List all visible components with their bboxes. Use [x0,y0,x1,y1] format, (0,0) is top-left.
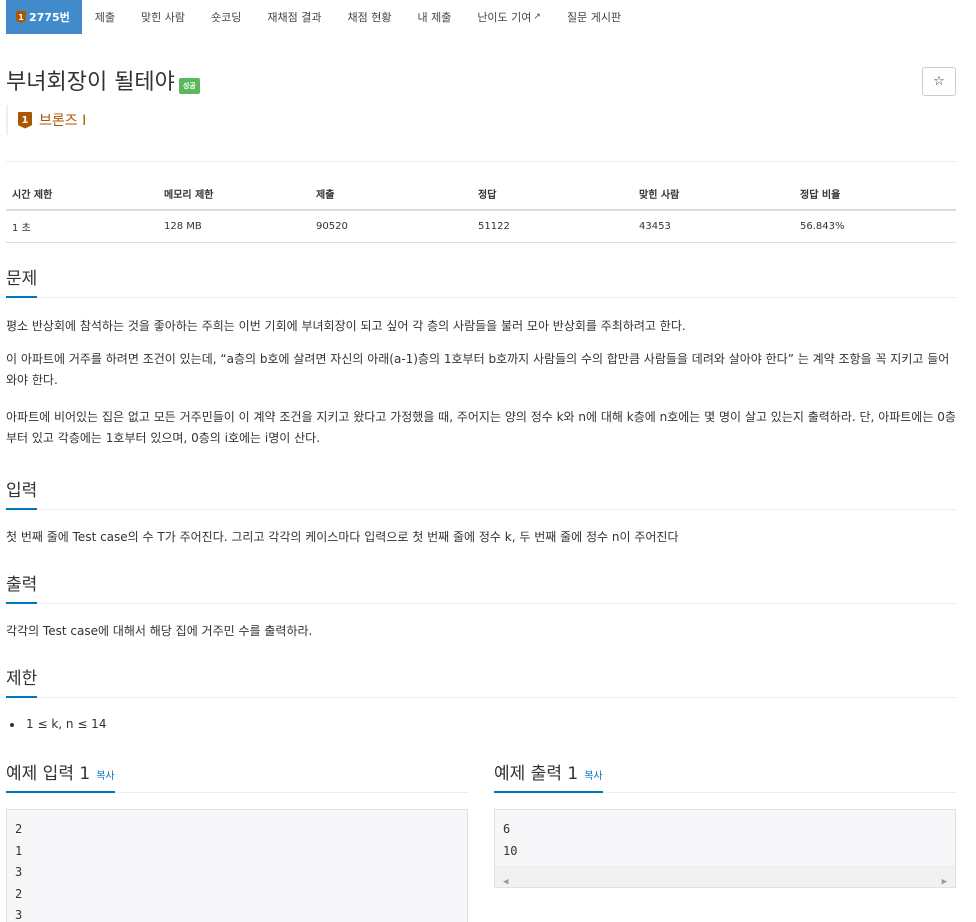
sample-output-line: 6 [503,822,511,836]
input-description: 첫 번째 줄에 Test case의 수 T가 주어진다. 그리고 각각의 케이… [6,530,679,544]
info-value-row: 1 초 128 MB 90520 51122 43453 56.843% [6,210,956,243]
sample-input-header: 예제 입력 1 복사 [6,759,468,793]
horizontal-scrollbar[interactable]: ◀ ▶ [495,866,955,887]
sample-input-line: 1 [15,843,23,858]
accepted-header: 정답 [472,178,633,211]
favorite-star-button[interactable]: ☆ [922,67,956,96]
limits-list: 1 ≤ k, n ≤ 14 [24,717,106,731]
output-section-header: 출력 [6,570,956,604]
submissions-header: 제출 [310,178,472,211]
nav-difficulty-contribution[interactable]: 난이도 기여 ↗ [464,0,554,34]
problem-nav: 1 2775번 제출 맞힌 사람 숏코딩 재채점 결과 채점 현황 내 제출 난… [6,0,634,34]
accept-ratio-value: 56.843% [794,210,956,243]
nav-difficulty-label: 난이도 기여 [477,11,532,24]
nav-problem-number-label: 2775번 [29,11,70,24]
sample-output-heading-wrap: 예제 출력 1 복사 [494,759,603,793]
page-title: 부녀회장이 될테야 [6,70,175,95]
time-limit-value: 1 초 [6,210,158,243]
sample-input-line: 2 [15,886,23,901]
nav-short-coding[interactable]: 숏코딩 [198,0,254,34]
limits-heading: 제한 [6,664,38,698]
sample-input-line: 2 [15,822,23,836]
submissions-value[interactable]: 90520 [310,210,472,243]
solved-users-header: 맞힌 사람 [633,178,794,211]
problem-info-table: 시간 제한 메모리 제한 제출 정답 맞힌 사람 정답 비율 1 초 128 M… [6,178,956,243]
description-heading: 문제 [6,264,38,298]
input-heading: 입력 [6,476,38,510]
limit-item: 1 ≤ k, n ≤ 14 [24,717,106,731]
sample-input-heading-wrap: 예제 입력 1 복사 [6,759,115,793]
nav-submit[interactable]: 제출 [82,0,128,34]
memory-limit-header: 메모리 제한 [158,178,310,211]
external-link-icon: ↗ [533,12,541,22]
problem-title-row: 부녀회장이 될테야 성공 [6,64,200,96]
bronze-tier-icon: 1 [18,111,32,129]
accept-ratio-header: 정답 비율 [794,178,956,211]
nav-my-submissions[interactable]: 내 제출 [404,0,464,34]
description-paragraph: 아파트에 비어있는 집은 없고 모든 거주민들이 이 계약 조건을 지키고 왔다… [6,410,956,445]
limits-section-header: 제한 [6,664,956,698]
sample-output-header: 예제 출력 1 복사 [494,759,956,793]
star-icon: ☆ [933,74,945,89]
sample-input-heading: 예제 입력 1 [6,764,91,784]
sample-input-line: 3 [15,908,23,922]
sample-output-line: 10 [503,843,518,858]
status-badge: 성공 [178,78,200,94]
nav-judge-status[interactable]: 채점 현황 [334,0,404,34]
solved-users-value[interactable]: 43453 [633,210,794,243]
description-section-header: 문제 [6,264,956,298]
scroll-right-icon[interactable]: ▶ [942,872,947,887]
memory-limit-value: 128 MB [158,210,310,243]
copy-sample-input-button[interactable]: 복사 [96,771,114,782]
description-paragraph: 이 아파트에 거주를 하려면 조건이 있는데, “a층의 b호에 살려면 자신의… [6,352,950,387]
problem-tier: 1 브론즈 I [6,105,86,135]
nav-solved-users[interactable]: 맞힌 사람 [128,0,198,34]
copy-sample-output-button[interactable]: 복사 [584,771,602,782]
time-limit-header: 시간 제한 [6,178,158,211]
nav-qna-board[interactable]: 질문 게시판 [554,0,634,34]
sample-output-box[interactable]: 6 10 ◀ ▶ [494,809,956,888]
input-section-header: 입력 [6,476,956,510]
accepted-value[interactable]: 51122 [472,210,633,243]
tier-label[interactable]: 브론즈 I [39,110,86,130]
description-paragraph: 평소 반상회에 참석하는 것을 좋아하는 주희는 이번 기회에 부녀회장이 되고… [6,319,686,333]
sample-output-heading: 예제 출력 1 [494,764,579,784]
output-heading: 출력 [6,570,38,604]
nav-problem-number[interactable]: 1 2775번 [6,0,82,34]
info-header-row: 시간 제한 메모리 제한 제출 정답 맞힌 사람 정답 비율 [6,178,956,211]
divider [6,161,956,162]
output-description: 각각의 Test case에 대해서 해당 집에 거주민 수를 출력하라. [6,624,313,638]
nav-rejudge-results[interactable]: 재채점 결과 [254,0,334,34]
sample-input-line: 3 [15,865,23,879]
bronze-tier-icon: 1 [16,11,26,23]
scroll-left-icon[interactable]: ◀ [503,872,508,887]
sample-input-box[interactable]: 2 1 3 2 3 [6,809,468,922]
